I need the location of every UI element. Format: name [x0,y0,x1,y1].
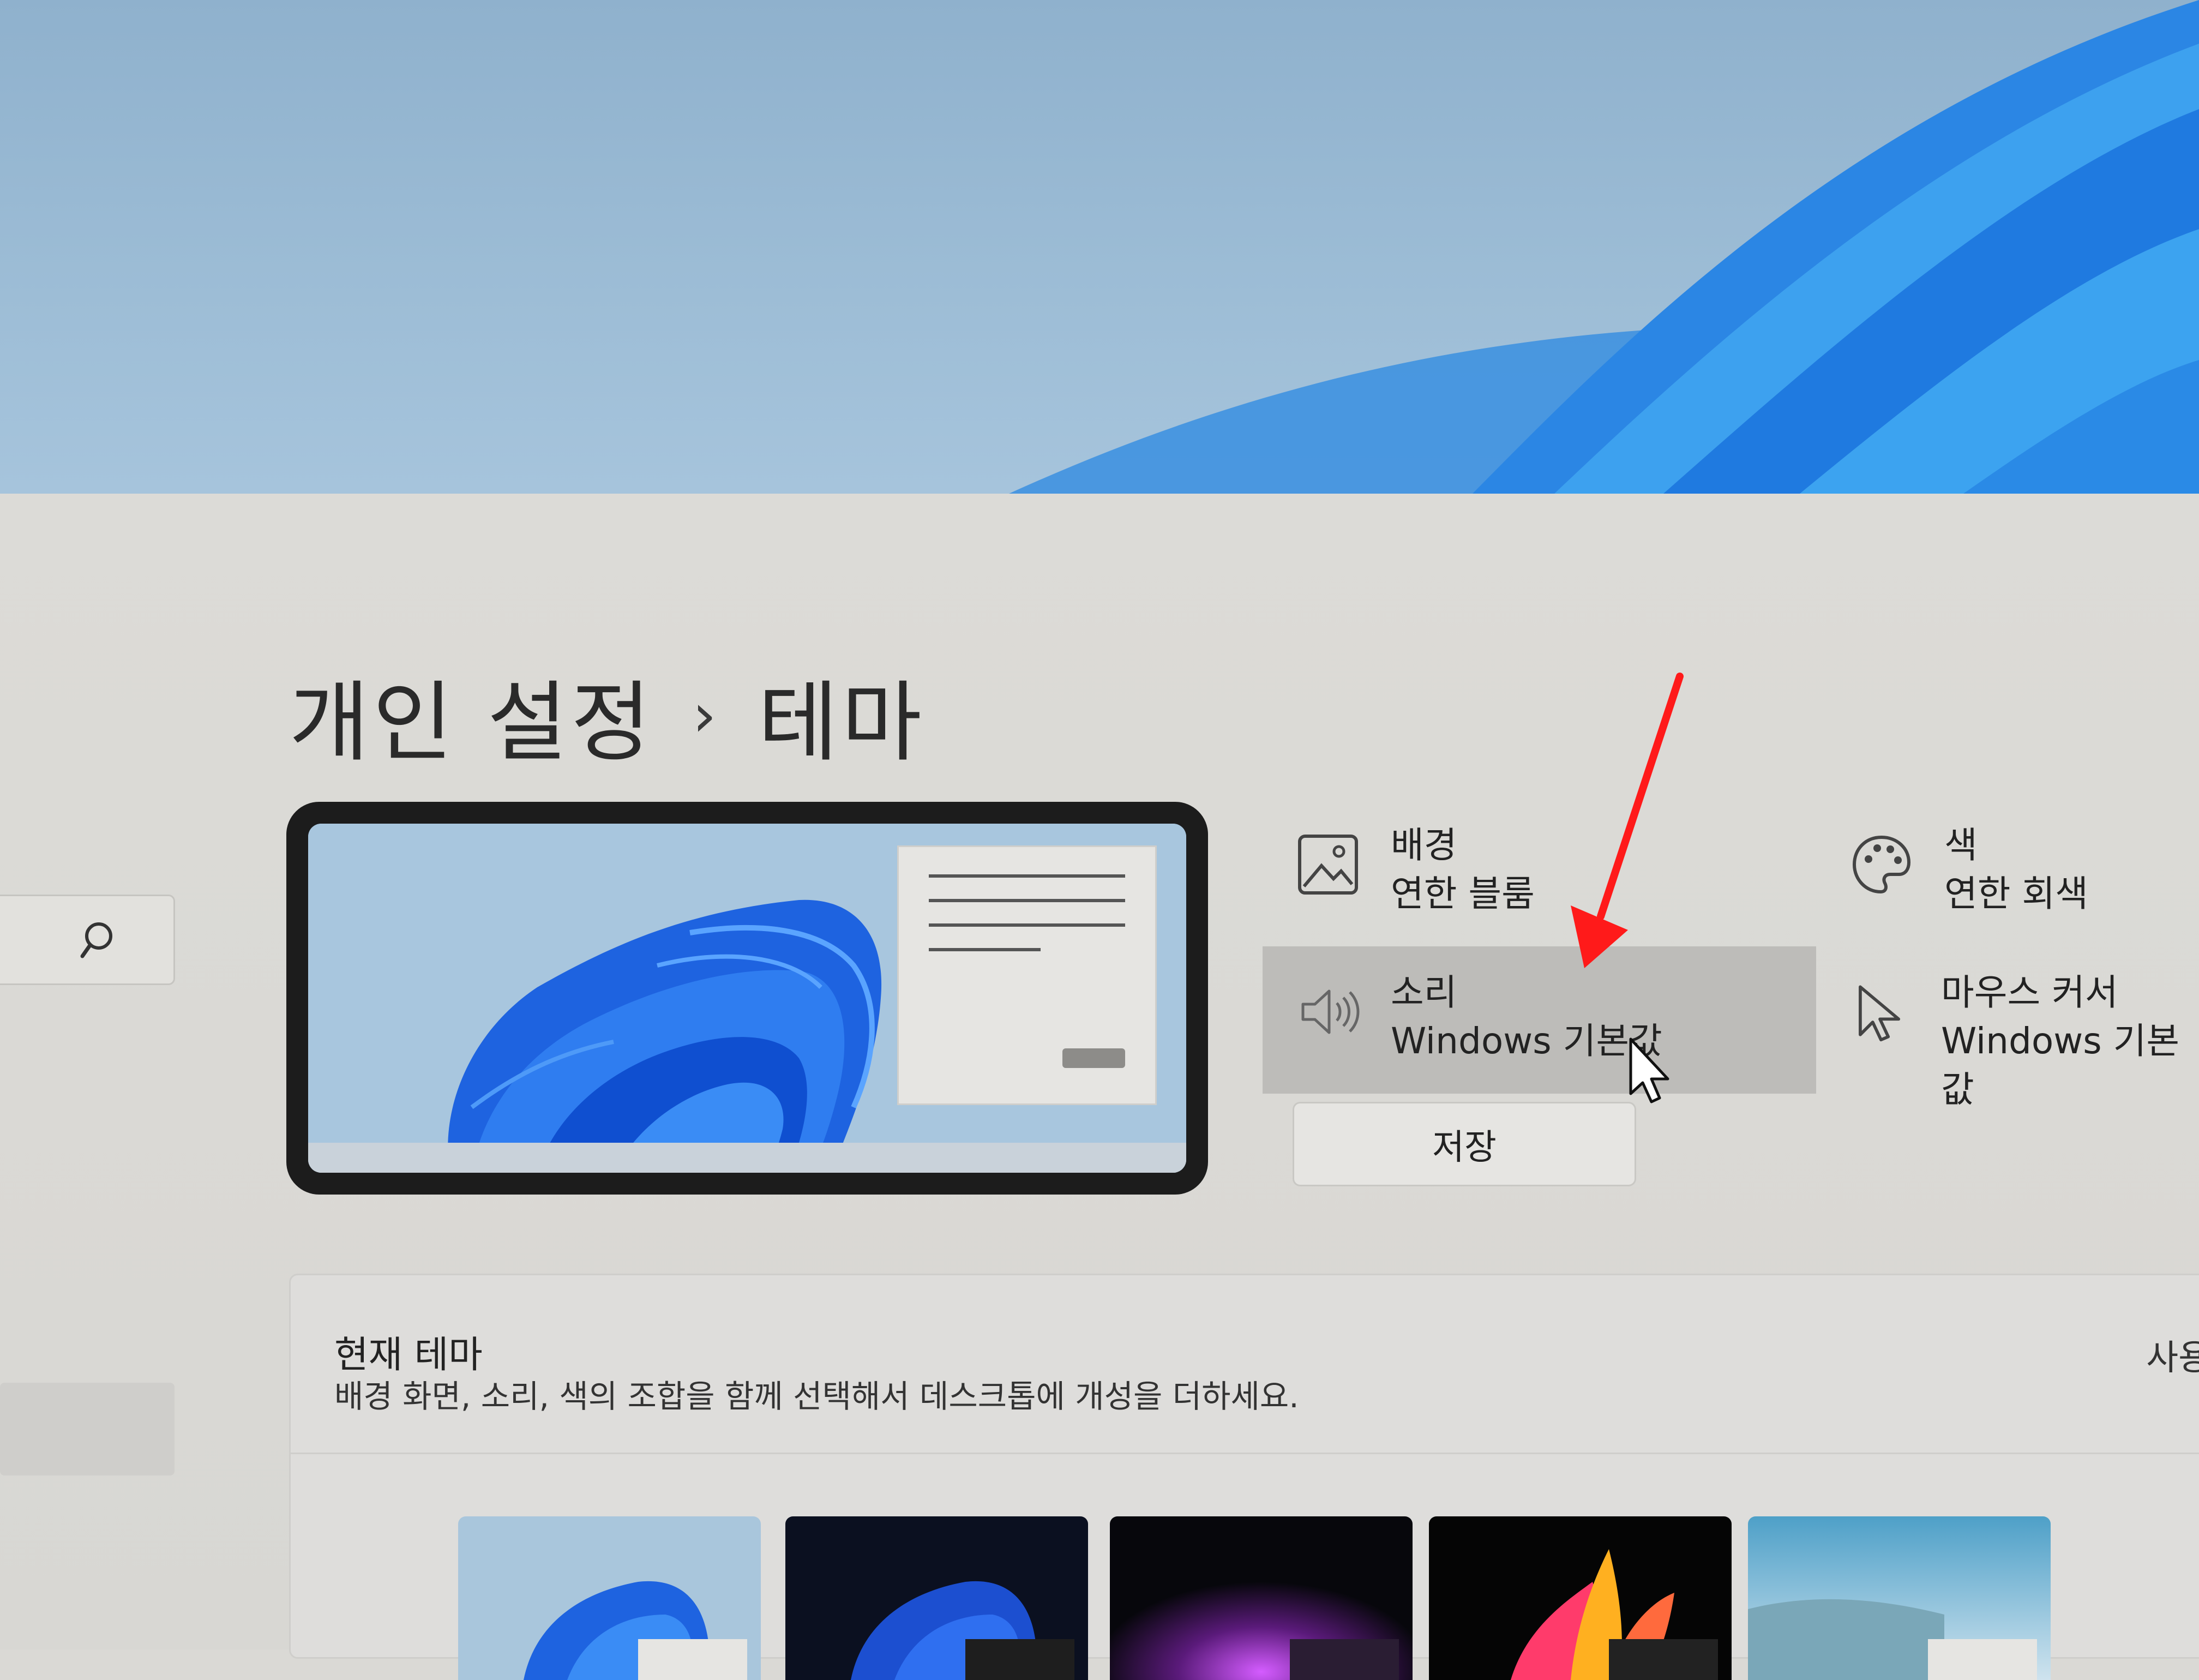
mouse-cursor-tile[interactable]: 마우스 커서 Windows 기본값 [1849,968,2199,1114]
desktop-wallpaper [0,0,2199,494]
sound-tile[interactable]: 소리 Windows 기본값 [1295,968,1662,1065]
background-tile-value: 연한 블룸 [1391,873,1535,915]
save-button[interactable]: 저장 [1293,1102,1636,1186]
cursor-icon [1859,985,1901,1042]
mouse-cursor-tile-title: 마우스 커서 [1941,971,2118,1013]
mouse-cursor-tile-value: Windows 기본값 [1941,1020,2180,1111]
preview-window-mock [897,845,1157,1105]
color-tile[interactable]: 색 연한 회색 [1849,821,2088,918]
settings-window: 개인 설정 › 테마 배경 연한 블룸 색 연한 회색 소리 Windows 기… [0,494,2199,1680]
background-tile-title: 배경 [1391,824,1457,866]
breadcrumb: 개인 설정 › 테마 [289,652,925,778]
theme-preview-desktop [308,824,1186,1173]
theme-thumbnail-flow[interactable] [1748,1516,2051,1680]
theme-thumbnail-dark-bloom[interactable] [785,1516,1088,1680]
color-tile-title: 색 [1944,824,1978,866]
theme-thumbnail-glow[interactable] [1110,1516,1413,1680]
palette-icon [1852,835,1911,894]
image-icon [1298,835,1358,895]
section-divider [291,1453,2199,1454]
search-input[interactable] [0,895,175,985]
sound-tile-title: 소리 [1391,971,1457,1013]
theme-thumbnail-captured-motion[interactable] [1429,1516,1732,1680]
current-theme-right-label: 사용 [2146,1338,2199,1378]
breadcrumb-parent[interactable]: 개인 설정 [289,652,654,778]
search-icon [80,922,112,958]
theme-thumbnail-light-bloom[interactable] [458,1516,761,1680]
sound-tile-value: Windows 기본값 [1391,1020,1662,1063]
breadcrumb-separator: › [692,680,720,750]
background-tile[interactable]: 배경 연한 블룸 [1295,821,1535,918]
color-tile-value: 연한 회색 [1944,873,2088,915]
theme-preview [286,802,1208,1195]
page-title: 테마 [758,671,926,773]
speaker-icon [1301,989,1360,1034]
preview-taskbar [308,1143,1186,1173]
current-theme-description: 배경 화면, 소리, 색의 조합을 함께 선택해서 데스크톱에 개성을 더하세요… [334,1378,1299,1415]
sidebar-item-selected[interactable] [0,1383,175,1475]
